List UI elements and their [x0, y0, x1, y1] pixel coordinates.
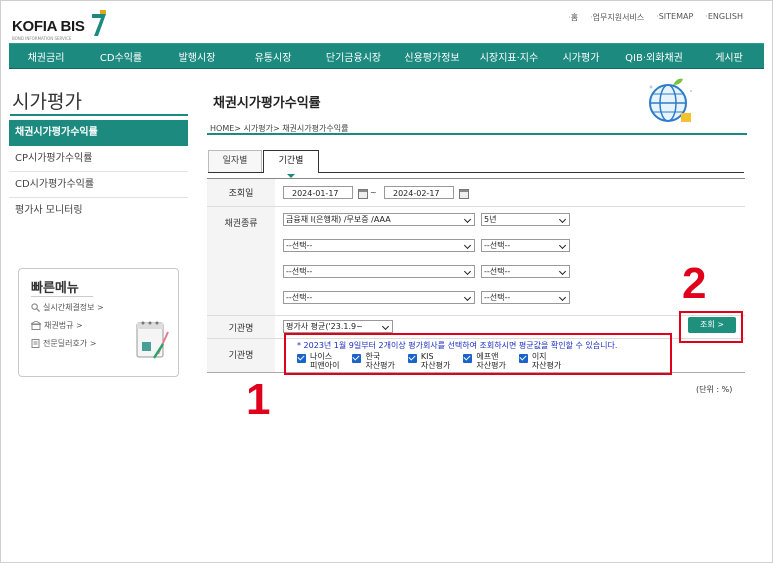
- date-separator: ~: [370, 188, 377, 197]
- logo-subtext: BOND INFORMATION SERVICE: [12, 36, 72, 41]
- quick-menu-divider: [31, 296, 93, 297]
- search-icon: [31, 303, 40, 312]
- sidebar-item-label: 채권시가평가수익률: [15, 127, 98, 138]
- calendar-icon[interactable]: [358, 189, 368, 199]
- top-links: 홈 업무지원서비스 SITEMAP ENGLISH: [568, 12, 743, 23]
- bond-type-select-1[interactable]: 금융채 I(은행채) /무보증 /AAA: [283, 213, 475, 226]
- quick-link-dealer[interactable]: 전문딜러호가 >: [31, 338, 96, 349]
- gnb-item[interactable]: 유통시장: [235, 49, 311, 64]
- bond-term-select-2[interactable]: --선택--: [481, 239, 570, 252]
- calendar-icon[interactable]: [459, 189, 469, 199]
- sidebar-item-cp-yield[interactable]: CP시가평가수익률: [9, 146, 188, 172]
- bond-type-label: 채권종류: [207, 207, 275, 315]
- quick-link-label: 전문딜러호가 >: [43, 339, 97, 348]
- top-link-home[interactable]: 홈: [568, 12, 578, 23]
- logo-mark-icon: [92, 10, 106, 36]
- page-title: 채권시가평가수익률: [213, 96, 321, 111]
- top-link-sitemap[interactable]: SITEMAP: [656, 12, 694, 23]
- sidebar-item-cd-yield[interactable]: CD시가평가수익률: [9, 172, 188, 198]
- tab-daily[interactable]: 일자별: [208, 150, 262, 172]
- kofia-bis-logo[interactable]: KOFIA BIS BOND INFORMATION SERVICE: [12, 10, 106, 41]
- bond-type-row: 채권종류 금융채 I(은행채) /무보증 /AAA 5년 --선택-- --선택…: [207, 207, 745, 316]
- gnb-item[interactable]: 시가평가: [550, 49, 612, 64]
- sidebar-item-label: CP시가평가수익률: [15, 153, 93, 164]
- tab-bar: 일자별 기간별: [208, 150, 744, 178]
- quick-link-label: 실시간체결정보 >: [43, 303, 104, 312]
- sidebar-title-divider: [10, 114, 188, 116]
- bond-term-select-1[interactable]: 5년: [481, 213, 570, 226]
- document-icon: [31, 339, 40, 348]
- sidebar-menu: 채권시가평가수익률 CP시가평가수익률 CD시가평가수익률 평가사 모니터링: [9, 120, 188, 223]
- quick-menu-title: 빠른메뉴: [31, 281, 79, 296]
- agency-label-2: 기관명: [207, 339, 275, 372]
- top-link-support[interactable]: 업무지원서비스: [590, 12, 645, 23]
- date-label: 조회일: [207, 179, 275, 206]
- quick-link-label: 채권법규 >: [44, 321, 83, 330]
- building-icon: [31, 321, 41, 330]
- bond-type-select-2[interactable]: --선택--: [283, 239, 475, 252]
- annotation-box-1: [284, 333, 672, 375]
- breadcrumb-divider: [207, 133, 747, 135]
- sidebar-item-bond-yield[interactable]: 채권시가평가수익률: [9, 120, 188, 146]
- gnb-item[interactable]: CD수익률: [83, 49, 159, 64]
- annotation-number-2: 2: [682, 259, 707, 308]
- quick-link-realtime[interactable]: 실시간체결정보 >: [31, 302, 104, 313]
- gnb-item[interactable]: 발행시장: [159, 49, 235, 64]
- gnb-item[interactable]: 게시판: [696, 49, 762, 64]
- bond-type-select-4[interactable]: --선택--: [283, 291, 475, 304]
- gnb-item[interactable]: 단기금융시장: [311, 49, 396, 64]
- gnb-item[interactable]: QIB·외화채권: [612, 49, 696, 64]
- tab-period[interactable]: 기간별: [263, 150, 319, 178]
- quick-link-law[interactable]: 채권법규 >: [31, 320, 83, 331]
- date-from-input[interactable]: 2024-01-17: [283, 186, 353, 199]
- bond-term-select-3[interactable]: --선택--: [481, 265, 570, 278]
- gnb-item[interactable]: 시장지표·지수: [468, 49, 550, 64]
- logo-text: KOFIA BIS: [12, 18, 85, 35]
- sidebar-title: 시가평가: [12, 91, 82, 113]
- bond-type-select-3[interactable]: --선택--: [283, 265, 475, 278]
- unit-label: (단위 : %): [696, 385, 733, 394]
- sidebar-item-label: CD시가평가수익률: [15, 179, 95, 190]
- annotation-box-2: [679, 311, 743, 343]
- agency-select[interactable]: 평가사 평균('23.1.9~: [283, 320, 393, 333]
- date-row: 조회일 2024-01-17 ~ 2024-02-17: [207, 179, 745, 207]
- sidebar-item-label: 평가사 모니터링: [15, 205, 83, 216]
- bond-term-select-4[interactable]: --선택--: [481, 291, 570, 304]
- gnb-item[interactable]: 채권금리: [9, 49, 83, 64]
- date-to-input[interactable]: 2024-02-17: [384, 186, 454, 199]
- globe-icon: [649, 78, 692, 122]
- top-link-english[interactable]: ENGLISH: [705, 12, 743, 23]
- quick-menu: 빠른메뉴 실시간체결정보 > 채권법규 > 전문딜러호가 >: [18, 268, 179, 377]
- gnb-item[interactable]: 신용평가정보: [396, 49, 468, 64]
- agency-label: 기관명: [207, 316, 275, 338]
- calendar-pen-icon: [136, 321, 169, 359]
- annotation-number-1: 1: [246, 375, 271, 424]
- global-nav: 채권금리 CD수익률 발행시장 유통시장 단기금융시장 신용평가정보 시장지표·…: [9, 43, 764, 69]
- sidebar-item-monitoring[interactable]: 평가사 모니터링: [9, 198, 188, 223]
